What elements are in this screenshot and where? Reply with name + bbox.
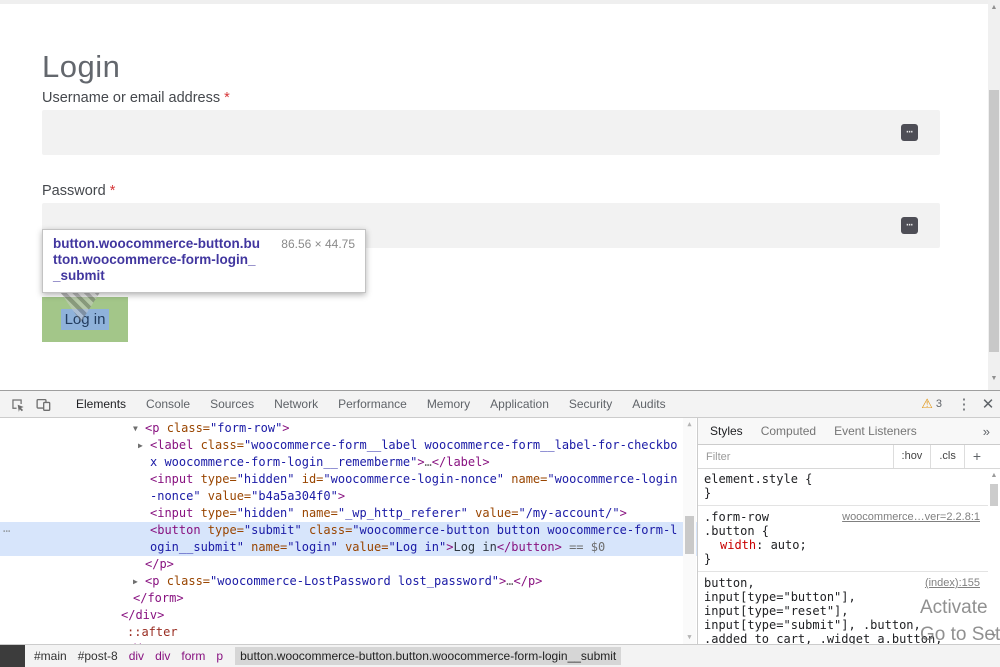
more-tabs-icon[interactable]: »: [983, 424, 990, 439]
tree-node[interactable]: </div>: [0, 607, 697, 624]
styles-scrollbar-thumb[interactable]: [990, 484, 998, 506]
tree-node[interactable]: ▼<p class="form-row">: [0, 420, 697, 437]
tab-memory[interactable]: Memory: [417, 391, 480, 417]
tree-node[interactable]: </p>: [0, 556, 697, 573]
styles-filter-row: :hov .cls +: [698, 445, 1000, 469]
styles-filter-input[interactable]: [698, 451, 893, 463]
sidebar-tab-styles[interactable]: Styles: [710, 418, 743, 444]
devtools-main: ▼<p class="form-row">▶<label class="wooc…: [0, 418, 1000, 645]
twisty-icon[interactable]: ▼: [133, 420, 145, 437]
styles-sidebar: » Styles Computed Event Listeners :hov .cl…: [697, 418, 1000, 645]
rule-line: }: [698, 552, 980, 566]
scroll-up-icon[interactable]: ▲: [988, 470, 1000, 482]
breadcrumb-bar: #main#post-8divdivformpbutton.woocommerc…: [0, 644, 1000, 667]
page-scrollbar-thumb[interactable]: [989, 90, 999, 352]
sidebar-tab-computed[interactable]: Computed: [761, 418, 816, 444]
breadcrumb-item[interactable]: div: [124, 647, 149, 665]
username-input[interactable]: ⋯: [42, 110, 940, 155]
password-label: Password *: [42, 183, 115, 199]
breadcrumb-item[interactable]: div: [150, 647, 175, 665]
required-asterisk: *: [110, 183, 116, 199]
tab-security[interactable]: Security: [559, 391, 622, 417]
tree-node[interactable]: ▶<p class="woocommerce-LostPassword lost…: [0, 573, 697, 590]
style-rule: element.style {}: [698, 468, 988, 506]
elements-tree: ▼<p class="form-row">▶<label class="wooc…: [0, 418, 697, 645]
page-title: Login: [42, 49, 120, 85]
rule-line: input[type="reset"],: [698, 604, 980, 618]
breadcrumb-item[interactable]: #main: [29, 647, 72, 665]
input-extension-icon[interactable]: ⋯: [901, 217, 918, 234]
warning-icon: ⚠: [921, 396, 933, 412]
screen: Login Username or email address * ⋯ Pass…: [0, 0, 1000, 667]
tab-sources[interactable]: Sources: [200, 391, 264, 417]
username-label: Username or email address *: [42, 90, 230, 106]
inspect-tooltip: button.woocommerce-button.button.woocomm…: [42, 229, 366, 293]
twisty-icon[interactable]: ▶: [138, 437, 150, 454]
tree-node[interactable]: </form>: [0, 590, 697, 607]
tooltip-dimensions: 86.56 × 44.75: [281, 237, 355, 251]
tooltip-selector: button.woocommerce-button.button.woocomm…: [53, 236, 261, 284]
new-style-rule-button[interactable]: +: [964, 445, 990, 468]
browser-page: Login Username or email address * ⋯ Pass…: [0, 0, 1000, 390]
devtools-panel: ElementsConsoleSourcesNetworkPerformance…: [0, 390, 1000, 667]
tab-network[interactable]: Network: [264, 391, 328, 417]
twisty-icon[interactable]: ▶: [133, 573, 145, 590]
toggle-hover-button[interactable]: :hov: [893, 445, 931, 468]
rule-line: element.style {: [698, 472, 980, 486]
tree-node-selected[interactable]: <button type="submit" class="woocommerce…: [0, 522, 697, 556]
breadcrumb-item[interactable]: p: [211, 647, 228, 665]
tree-overflow-ellipsis: ⋯: [3, 524, 9, 538]
elements-scrollbar-thumb[interactable]: [685, 516, 694, 554]
styles-scrollbar[interactable]: ▲ ▼: [988, 468, 1000, 645]
username-label-text: Username or email address: [42, 90, 220, 106]
rule-line: input[type="submit"], .button,: [698, 618, 980, 632]
scroll-down-icon[interactable]: ▼: [988, 372, 1000, 386]
scroll-up-icon[interactable]: ▲: [683, 418, 696, 430]
stylesheet-link[interactable]: woocommerce…ver=2.2.8:1: [842, 510, 980, 524]
inspect-element-icon[interactable]: [4, 391, 30, 417]
breadcrumbs: #main#post-8divdivformpbutton.woocommerc…: [29, 647, 622, 665]
scroll-down-icon[interactable]: ▼: [988, 631, 1000, 643]
tab-elements[interactable]: Elements: [66, 391, 136, 417]
tree-node[interactable]: ::after: [0, 624, 697, 641]
taskbar-corner: [0, 645, 25, 667]
warning-count: 3: [936, 398, 942, 410]
tab-application[interactable]: Application: [480, 391, 559, 417]
stylesheet-link[interactable]: (index):155: [925, 576, 980, 590]
window-edge: [0, 0, 1000, 4]
password-label-text: Password: [42, 183, 106, 199]
close-devtools-icon[interactable]: ✕: [976, 395, 1000, 413]
required-asterisk: *: [224, 90, 230, 106]
tab-console[interactable]: Console: [136, 391, 200, 417]
breadcrumb-item[interactable]: #post-8: [73, 647, 123, 665]
devtools-tabs: ElementsConsoleSourcesNetworkPerformance…: [66, 391, 676, 417]
tree-node[interactable]: ▶<label class="woocommerce-form__label w…: [0, 437, 697, 471]
breadcrumb-item[interactable]: button.woocommerce-button.button.woocomm…: [235, 647, 621, 665]
styles-tabs: » Styles Computed Event Listeners: [698, 418, 1000, 445]
breadcrumb-item[interactable]: form: [176, 647, 210, 665]
style-rule: (index):155button,input[type="button"],i…: [698, 572, 988, 645]
overflow-menu-icon[interactable]: ⋮: [952, 395, 976, 413]
style-rule: woocommerce…ver=2.2.8:1.form-row.button …: [698, 506, 988, 572]
devtools-toolbar: ElementsConsoleSourcesNetworkPerformance…: [0, 391, 1000, 418]
toggle-class-button[interactable]: .cls: [930, 445, 964, 468]
tree-node[interactable]: <input type="hidden" name="_wp_http_refe…: [0, 505, 697, 522]
tree-node[interactable]: <input type="hidden" id="woocommerce-log…: [0, 471, 697, 505]
scroll-down-icon[interactable]: ▼: [683, 631, 696, 643]
styles-rules: element.style {}woocommerce…ver=2.2.8:1.…: [698, 468, 988, 645]
scroll-up-icon[interactable]: ▲: [988, 1, 1000, 15]
rule-line: input[type="button"],: [698, 590, 980, 604]
console-warning-badge[interactable]: ⚠ 3: [921, 396, 942, 412]
rule-line: width: auto;: [698, 538, 980, 552]
input-extension-icon[interactable]: ⋯: [901, 124, 918, 141]
device-toolbar-icon[interactable]: [30, 391, 56, 417]
rule-line: }: [698, 486, 980, 500]
tab-audits[interactable]: Audits: [622, 391, 675, 417]
rule-line: .button {: [698, 524, 980, 538]
elements-scrollbar[interactable]: ▲ ▼: [683, 418, 696, 645]
sidebar-tab-event-listeners[interactable]: Event Listeners: [834, 418, 917, 444]
page-scrollbar[interactable]: ▲ ▼: [988, 0, 1000, 390]
tab-performance[interactable]: Performance: [328, 391, 417, 417]
